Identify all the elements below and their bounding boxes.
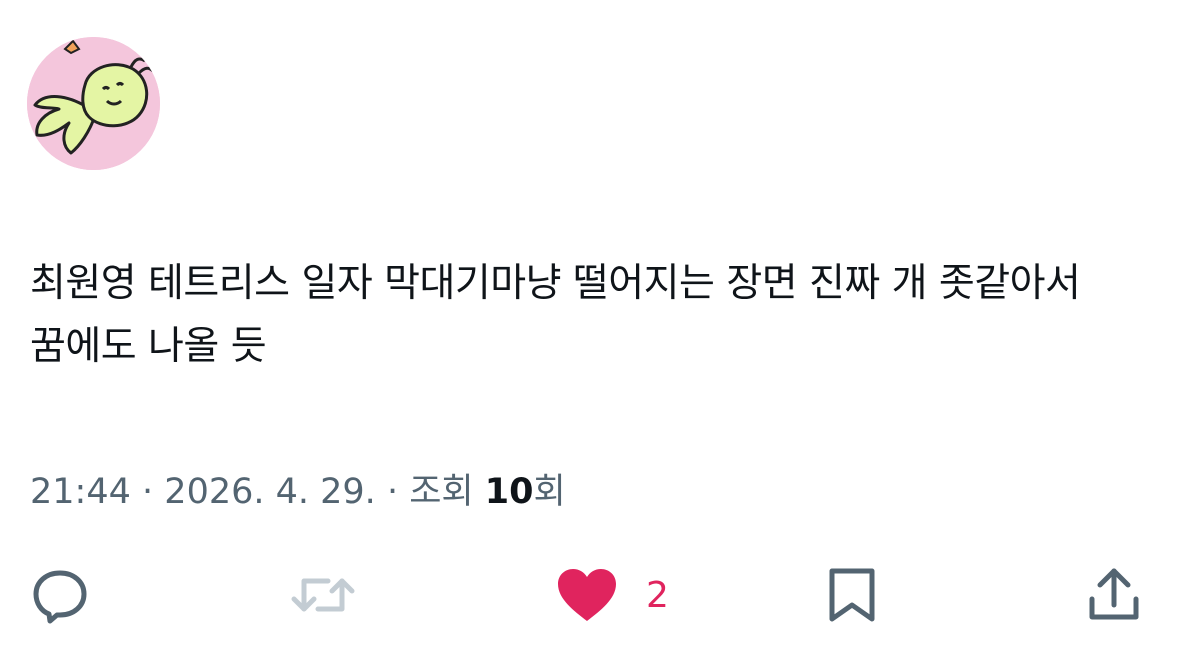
tweet-text: 최원영 테트리스 일자 막대기마냥 떨어지는 장면 진짜 개 좃같아서 꿈에도 …	[30, 261, 1081, 369]
meta-separator: ·	[142, 472, 154, 512]
like-button[interactable]: 2	[556, 560, 669, 630]
repost-button[interactable]	[290, 560, 356, 630]
bookmark-button[interactable]	[826, 560, 878, 630]
action-bar: 2	[0, 560, 1179, 630]
meta-separator: ·	[386, 472, 399, 512]
avatar[interactable]	[27, 37, 160, 170]
avatar-illustration	[27, 37, 160, 170]
views-count: 10	[484, 472, 534, 512]
like-count: 2	[646, 574, 669, 616]
reply-button[interactable]	[30, 560, 90, 630]
share-icon	[1089, 568, 1139, 620]
heart-icon	[558, 569, 616, 621]
repost-icon	[291, 578, 355, 612]
bookmark-icon	[829, 568, 875, 622]
share-button[interactable]	[1086, 560, 1142, 630]
tweet-time[interactable]: 21:44	[30, 472, 131, 512]
views-label: 조회	[409, 472, 474, 512]
tweet-date[interactable]: 2026. 4. 29.	[164, 472, 376, 512]
reply-icon	[33, 570, 87, 624]
views-unit: 회	[533, 472, 566, 512]
tweet-meta: 21:44 · 2026. 4. 29. · 조회 10회	[30, 466, 566, 518]
